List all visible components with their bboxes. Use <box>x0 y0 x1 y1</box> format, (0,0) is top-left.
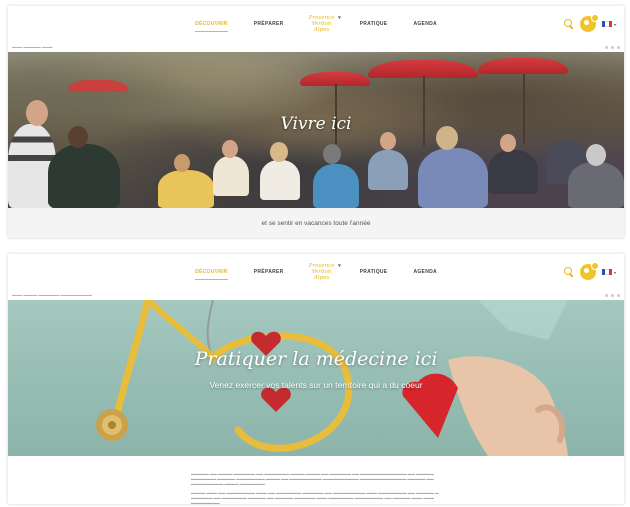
share-icons[interactable] <box>605 45 620 49</box>
hero-title: Pratiquer la médecine ici <box>194 348 438 370</box>
account-icon[interactable] <box>579 14 599 32</box>
nav-item-pratique[interactable]: PRATIQUE <box>347 21 401 27</box>
french-flag-icon[interactable] <box>601 21 612 27</box>
breadcrumb-bar: ▬▬▬ ▬▬▬▬▬ ▬▬▬ <box>8 42 624 52</box>
nav-utilities: ▾ <box>563 6 616 42</box>
hero-subtitle: Venez exercer vos talents sur un territo… <box>209 380 423 390</box>
nav-item-pratique[interactable]: PRATIQUE <box>347 269 401 275</box>
hero-stethoscope-photo: Pratiquer la médecine ici Venez exercer … <box>8 300 624 456</box>
nav-item-preparer[interactable]: PRÉPARER <box>241 21 297 27</box>
search-icon[interactable] <box>563 267 574 277</box>
nav-item-decouvrir[interactable]: DÉCOUVRIR <box>182 269 241 280</box>
intro-paragraph-placeholder: ▬▬▬▬ ▬▬▬ ▬▬ ▬▬▬▬▬▬▬▬ ▬▬▬ ▬▬ ▬▬▬▬▬▬▬ ▬▬▬▬… <box>191 491 439 504</box>
breadcrumb[interactable]: ▬▬▬ ▬▬▬▬▬ ▬▬▬ <box>12 45 52 49</box>
screenshot-vivre-ici: DÉCOUVRIR PRÉPARER Provence Verdon Alpes… <box>8 6 624 238</box>
hero-terrace-photo: Vivre ici <box>8 52 624 208</box>
intro-text-block: ▬▬▬▬▬ ▬▬ ▬▬▬▬ ▬▬▬▬▬▬ ▬▬ ▬▬▬▬▬▬▬ ▬▬▬▬ ▬▬▬… <box>191 456 441 504</box>
top-navigation: DÉCOUVRIR PRÉPARER Provence Verdon Alpes… <box>8 6 624 42</box>
breadcrumb-bar: ▬▬▬ ▬▬▬▬ ▬▬▬▬▬▬ ▬▬▬▬▬▬▬▬▬ <box>8 290 624 300</box>
stethoscope-illustration <box>96 300 568 456</box>
chevron-down-icon: ▾ <box>613 21 616 27</box>
nav-utilities: ▾ <box>563 254 616 290</box>
nav-links: DÉCOUVRIR PRÉPARER Provence Verdon Alpes… <box>182 257 450 287</box>
hero-tagline: et se sentir en vacances toute l'année <box>8 208 624 238</box>
chevron-down-icon: ▾ <box>338 15 341 21</box>
intro-paragraph-placeholder: ▬▬▬▬▬ ▬▬ ▬▬▬▬ ▬▬▬▬▬▬ ▬▬ ▬▬▬▬▬▬▬ ▬▬▬▬ ▬▬▬… <box>191 472 434 486</box>
top-navigation: DÉCOUVRIR PRÉPARER Provence Verdon Alpes… <box>8 254 624 290</box>
site-logo[interactable]: Provence Verdon Alpes ▾ <box>303 9 341 39</box>
nav-item-agenda[interactable]: AGENDA <box>400 269 449 275</box>
chevron-down-icon: ▾ <box>338 263 341 269</box>
screenshot-pratiquer-medecine: DÉCOUVRIR PRÉPARER Provence Verdon Alpes… <box>8 254 624 504</box>
hero-title: Vivre ici <box>280 114 352 134</box>
nav-links: DÉCOUVRIR PRÉPARER Provence Verdon Alpes… <box>182 9 450 39</box>
chevron-down-icon: ▾ <box>613 269 616 275</box>
search-icon[interactable] <box>563 19 574 29</box>
nav-item-decouvrir[interactable]: DÉCOUVRIR <box>182 21 241 32</box>
account-icon[interactable] <box>579 262 599 280</box>
logo-line: Alpes <box>313 275 330 281</box>
nav-item-preparer[interactable]: PRÉPARER <box>241 269 297 275</box>
breadcrumb[interactable]: ▬▬▬ ▬▬▬▬ ▬▬▬▬▬▬ ▬▬▬▬▬▬▬▬▬ <box>12 293 92 297</box>
logo-line: Alpes <box>313 27 330 33</box>
nav-item-agenda[interactable]: AGENDA <box>400 21 449 27</box>
share-icons[interactable] <box>605 293 620 297</box>
site-logo[interactable]: Provence Verdon Alpes ▾ <box>303 257 341 287</box>
french-flag-icon[interactable] <box>601 269 612 275</box>
